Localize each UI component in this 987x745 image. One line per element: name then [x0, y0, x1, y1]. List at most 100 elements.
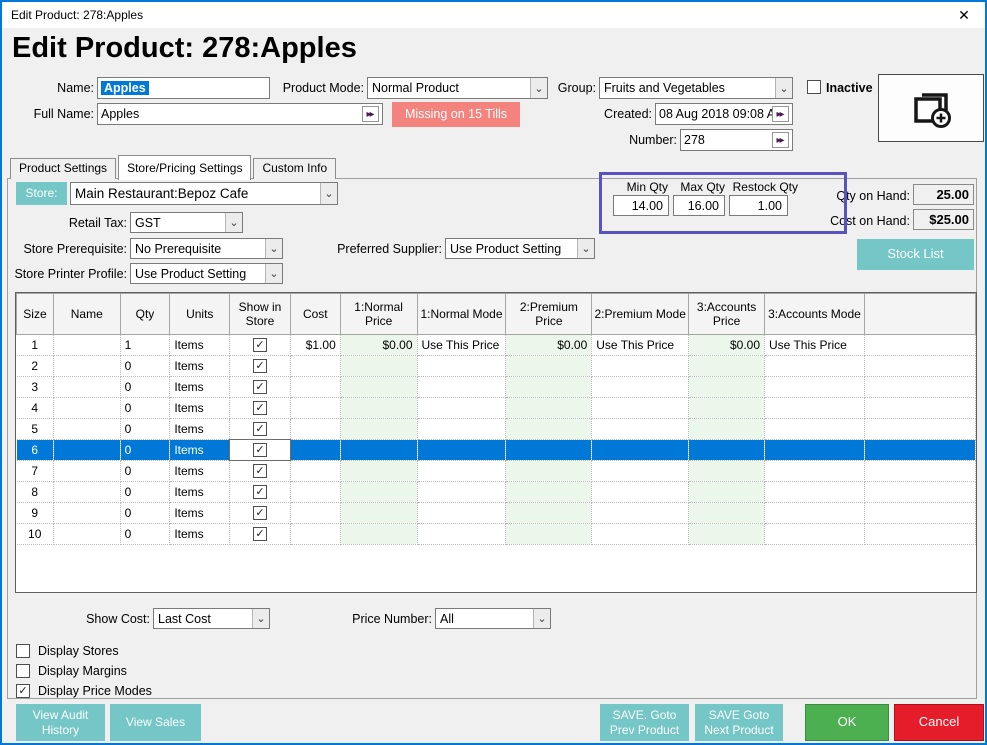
cell-cost[interactable]: [290, 482, 340, 503]
cell-premium-mode[interactable]: Use This Price: [592, 335, 689, 356]
chevron-down-icon[interactable]: ⌄: [530, 78, 547, 98]
cell-normal-mode[interactable]: [417, 503, 506, 524]
cell-normal-price[interactable]: [340, 419, 417, 440]
cell-normal-price[interactable]: [340, 482, 417, 503]
cell-accounts-price[interactable]: [689, 377, 765, 398]
table-row[interactable]: 100Items✓: [17, 524, 976, 545]
cell-size[interactable]: 8: [17, 482, 54, 503]
cell-qty[interactable]: 0: [120, 482, 170, 503]
group-select[interactable]: Fruits and Vegetables ⌄: [599, 77, 793, 99]
cell-premium-mode[interactable]: [592, 398, 689, 419]
inactive-checkbox[interactable]: [807, 80, 821, 94]
cell-premium-price[interactable]: [506, 524, 592, 545]
cell-accounts-price[interactable]: [689, 503, 765, 524]
more-icon[interactable]: ▸▸: [772, 132, 789, 148]
cell-qty[interactable]: 0: [120, 419, 170, 440]
chevron-down-icon[interactable]: ⌄: [775, 78, 792, 98]
cell-qty[interactable]: 0: [120, 461, 170, 482]
cell-premium-mode[interactable]: [592, 503, 689, 524]
cell-units[interactable]: Items: [170, 377, 230, 398]
ok-button[interactable]: OK: [805, 704, 889, 741]
cell-normal-mode[interactable]: [417, 398, 506, 419]
cell-size[interactable]: 5: [17, 419, 54, 440]
table-row[interactable]: 90Items✓: [17, 503, 976, 524]
cell-normal-price[interactable]: [340, 377, 417, 398]
column-header-1-normal-price[interactable]: 1:Normal Price: [340, 294, 417, 335]
cell-normal-price[interactable]: [340, 440, 417, 461]
chevron-down-icon[interactable]: ⌄: [225, 213, 242, 232]
cell-accounts-mode[interactable]: [765, 377, 865, 398]
show-in-store-checkbox[interactable]: ✓: [253, 485, 267, 499]
tab-custom-info[interactable]: Custom Info: [253, 158, 336, 179]
table-row[interactable]: 11Items✓$1.00$0.00Use This Price$0.00Use…: [17, 335, 976, 356]
cell-accounts-mode[interactable]: [765, 356, 865, 377]
cell-cost[interactable]: [290, 377, 340, 398]
cell-accounts-mode[interactable]: [765, 524, 865, 545]
cell-show-in-store[interactable]: ✓: [230, 335, 291, 356]
cell-show-in-store[interactable]: ✓: [230, 524, 291, 545]
cell-qty[interactable]: 0: [120, 398, 170, 419]
cell-name[interactable]: [53, 482, 120, 503]
name-input[interactable]: Apples: [97, 77, 270, 99]
cell-premium-price[interactable]: [506, 356, 592, 377]
table-row[interactable]: 8 0Items ✓: [17, 482, 976, 503]
cell-accounts-mode[interactable]: [765, 398, 865, 419]
cell-normal-mode[interactable]: [417, 440, 506, 461]
cell-show-in-store[interactable]: ✓: [230, 503, 291, 524]
store-select[interactable]: Main Restaurant:Bepoz Cafe ⌄: [70, 182, 338, 205]
column-header-qty[interactable]: Qty: [120, 294, 170, 335]
cell-premium-mode[interactable]: [592, 524, 689, 545]
cell-name[interactable]: [53, 377, 120, 398]
cell-premium-mode[interactable]: [592, 461, 689, 482]
cell-accounts-mode[interactable]: [765, 503, 865, 524]
more-icon[interactable]: ▸▸: [362, 106, 379, 122]
column-header-size[interactable]: Size: [17, 294, 54, 335]
view-sales-button[interactable]: View Sales: [110, 704, 201, 741]
cell-name[interactable]: [53, 440, 120, 461]
cell-premium-mode[interactable]: [592, 482, 689, 503]
cell-accounts-mode[interactable]: [765, 419, 865, 440]
cell-name[interactable]: [53, 524, 120, 545]
cell-name[interactable]: [53, 398, 120, 419]
option-display-price-modes[interactable]: ✓Display Price Modes: [16, 683, 152, 698]
save-goto-next-button[interactable]: SAVE Goto Next Product: [695, 704, 783, 741]
cell-premium-mode[interactable]: [592, 440, 689, 461]
restock-qty-input[interactable]: 1.00: [729, 195, 788, 216]
cell-size[interactable]: 6: [17, 440, 54, 461]
cell-units[interactable]: Items: [170, 335, 230, 356]
cell-accounts-price[interactable]: [689, 482, 765, 503]
cell-show-in-store[interactable]: ✓: [230, 377, 291, 398]
show-cost-select[interactable]: Last Cost ⌄: [153, 608, 270, 629]
chevron-down-icon[interactable]: ⌄: [533, 609, 550, 628]
chevron-down-icon[interactable]: ⌄: [252, 609, 269, 628]
show-in-store-checkbox[interactable]: ✓: [253, 506, 267, 520]
cell-show-in-store[interactable]: ✓: [230, 440, 291, 461]
cancel-button[interactable]: Cancel: [894, 704, 984, 741]
cell-units[interactable]: Items: [170, 356, 230, 377]
cell-cost[interactable]: [290, 524, 340, 545]
chevron-down-icon[interactable]: ⌄: [265, 239, 282, 258]
cell-cost[interactable]: [290, 461, 340, 482]
cell-size[interactable]: 7: [17, 461, 54, 482]
cell-name[interactable]: [53, 503, 120, 524]
cell-cost[interactable]: [290, 398, 340, 419]
cell-qty[interactable]: 0: [120, 524, 170, 545]
cell-cost[interactable]: [290, 419, 340, 440]
view-audit-history-button[interactable]: View Audit History: [16, 704, 105, 741]
column-header-name[interactable]: Name: [53, 294, 120, 335]
cell-units[interactable]: Items: [170, 461, 230, 482]
cell-units[interactable]: Items: [170, 482, 230, 503]
price-number-select[interactable]: All ⌄: [435, 608, 551, 629]
table-row[interactable]: 60Items✓: [17, 440, 976, 461]
chevron-down-icon[interactable]: ⌄: [265, 264, 282, 283]
cell-cost[interactable]: [290, 503, 340, 524]
cell-normal-price[interactable]: [340, 524, 417, 545]
cell-qty[interactable]: 0: [120, 377, 170, 398]
cell-qty[interactable]: 1: [120, 335, 170, 356]
add-image-button[interactable]: [878, 74, 984, 142]
cell-cost[interactable]: $1.00: [290, 335, 340, 356]
cell-units[interactable]: Items: [170, 419, 230, 440]
table-row[interactable]: 40Items✓: [17, 398, 976, 419]
cell-accounts-mode[interactable]: Use This Price: [765, 335, 865, 356]
cell-accounts-price[interactable]: $0.00: [689, 335, 765, 356]
